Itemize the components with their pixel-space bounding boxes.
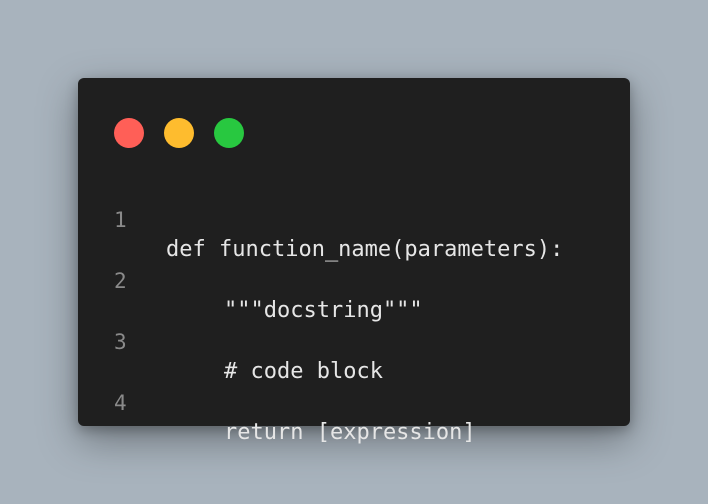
code-line: 2 """docstring""": [78, 236, 630, 323]
code-line: 4 return [expression]: [78, 358, 630, 445]
maximize-button[interactable]: [214, 118, 244, 148]
minimize-button[interactable]: [164, 118, 194, 148]
code-text: return [expression]: [224, 420, 476, 445]
line-number: 2: [114, 269, 127, 293]
code-block: 1 def function_name(parameters): 2 """do…: [78, 175, 630, 445]
code-line: 1 def function_name(parameters):: [78, 175, 630, 262]
code-line: 3 # code block: [78, 297, 630, 384]
window-controls: [114, 118, 244, 148]
close-button[interactable]: [114, 118, 144, 148]
line-number: 1: [114, 208, 127, 232]
line-number: 4: [114, 391, 127, 415]
line-number: 3: [114, 330, 127, 354]
code-window: 1 def function_name(parameters): 2 """do…: [78, 78, 630, 445]
